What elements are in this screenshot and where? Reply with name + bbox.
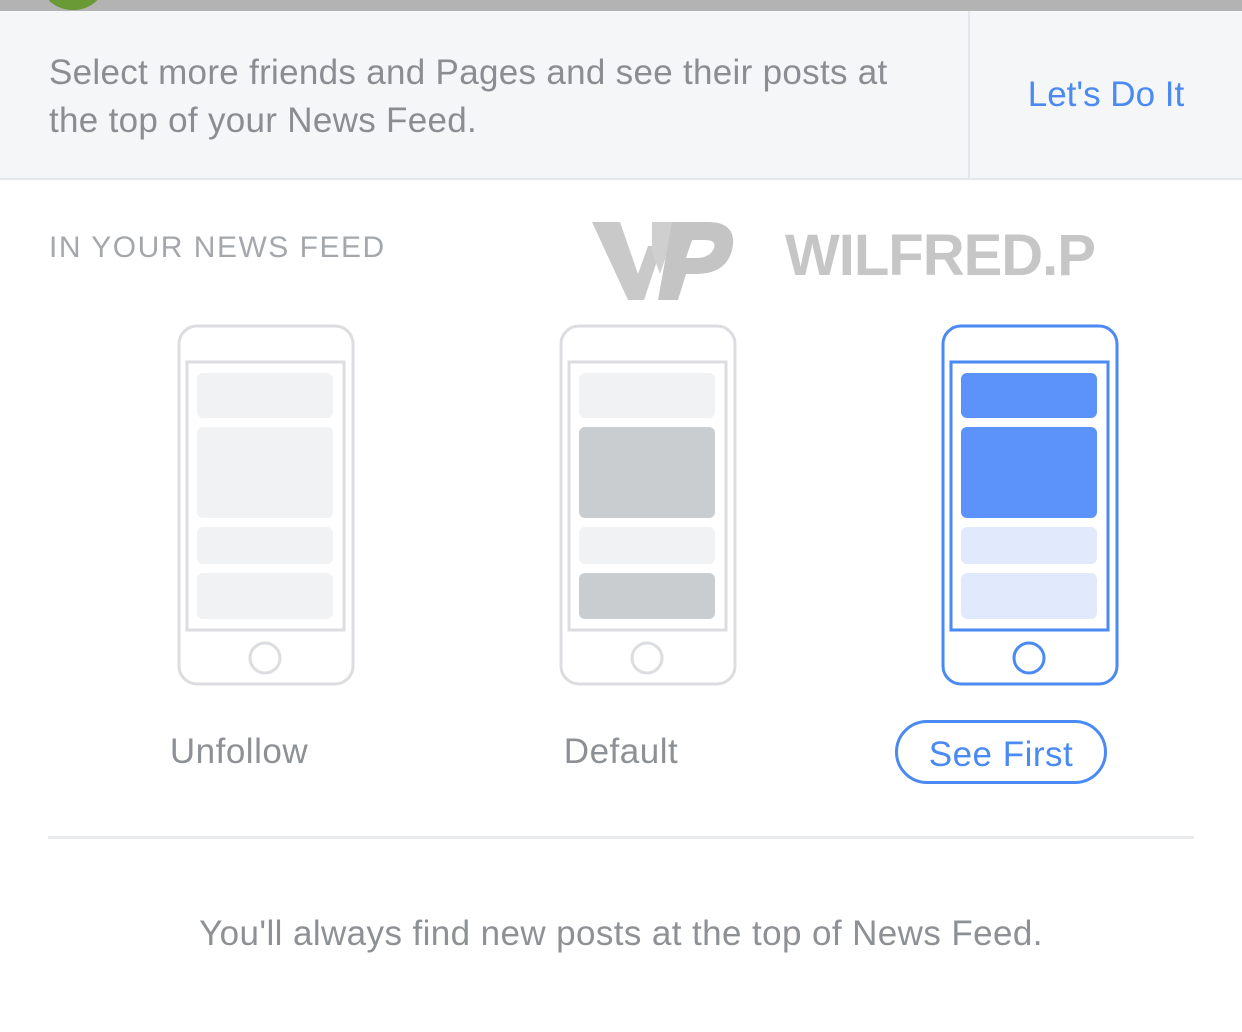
divider xyxy=(48,836,1194,839)
wp-logo-icon xyxy=(592,222,734,300)
see-first-promo-banner: Select more friends and Pages and see th… xyxy=(0,11,1242,180)
banner-divider xyxy=(968,11,970,178)
option-description: You'll always find new posts at the top … xyxy=(199,914,1043,953)
section-title: IN YOUR NEWS FEED xyxy=(49,231,386,264)
option-label: Unfollow xyxy=(169,732,309,771)
option-label: Default xyxy=(563,732,679,771)
option-default[interactable]: Default xyxy=(496,324,746,804)
top-edge-bar xyxy=(0,0,1242,11)
see-first-button[interactable]: See First xyxy=(895,720,1107,784)
watermark-logo: WILFRED.P xyxy=(590,212,1096,308)
option-unfollow[interactable]: Unfollow xyxy=(114,324,364,804)
watermark-name: WILFRED.P xyxy=(785,223,1096,288)
phone-illustration-icon xyxy=(177,324,355,686)
option-see-first[interactable]: See First xyxy=(878,324,1128,804)
phone-illustration-icon xyxy=(941,324,1119,686)
phone-illustration-icon xyxy=(559,324,737,686)
promo-text: Select more friends and Pages and see th… xyxy=(49,53,888,140)
lets-do-it-button[interactable]: Let's Do It xyxy=(1000,75,1212,115)
